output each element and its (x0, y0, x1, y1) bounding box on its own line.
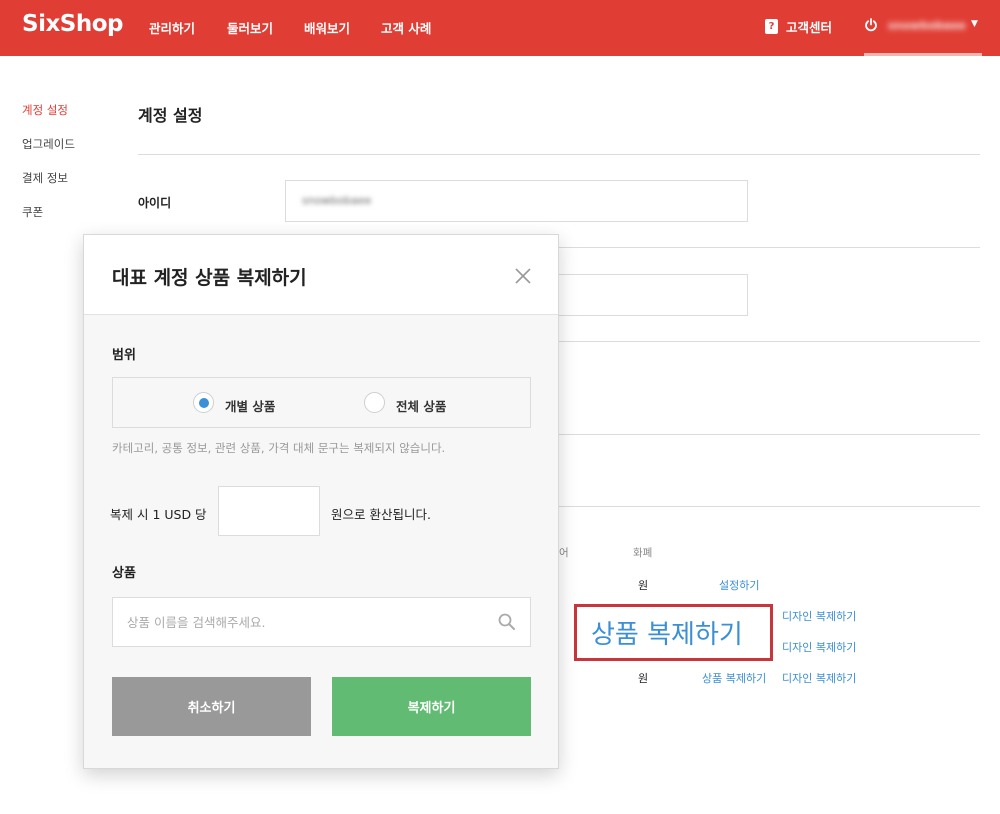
divider (138, 154, 980, 155)
product-search (112, 597, 531, 647)
settings-link[interactable]: 설정하기 (719, 577, 759, 593)
scope-note: 카테고리, 공통 정보, 관련 상품, 가격 대체 문구는 복제되지 않습니다. (112, 441, 446, 455)
copy-design-link[interactable]: 디자인 복제하기 (782, 670, 856, 686)
help-center-link[interactable]: ? 고객센터 (765, 17, 832, 36)
sidebar-item-payment[interactable]: 결제 정보 (22, 170, 68, 186)
page-title: 계정 설정 (138, 106, 203, 125)
column-header-language: 어 (559, 547, 569, 559)
rate-prefix: 복제 시 1 USD 당 (110, 507, 207, 522)
currency-value: 원 (638, 672, 649, 685)
sidebar-item-account-settings[interactable]: 계정 설정 (22, 102, 68, 118)
radio-all-label[interactable]: 전체 상품 (396, 396, 446, 415)
close-icon[interactable] (513, 266, 533, 286)
sidebar-item-upgrade[interactable]: 업그레이드 (22, 136, 75, 152)
copy-button[interactable]: 복제하기 (332, 677, 531, 736)
column-header-currency: 화폐 (633, 547, 653, 559)
copy-products-modal: 대표 계정 상품 복제하기 범위 개별 상품 전체 상품 카테고리, 공통 정보… (83, 234, 559, 769)
product-label: 상품 (112, 566, 136, 581)
chevron-down-icon: ▼ (971, 19, 978, 29)
modal-header: 대표 계정 상품 복제하기 (84, 235, 558, 315)
radio-individual-products[interactable] (193, 392, 214, 413)
help-center-label: 고객센터 (786, 20, 833, 35)
currency-value: 원 (638, 579, 649, 592)
power-icon (865, 18, 877, 32)
nav-cases[interactable]: 고객 사례 (381, 18, 431, 37)
user-menu-underline (864, 53, 982, 56)
cancel-button[interactable]: 취소하기 (112, 677, 311, 736)
search-icon[interactable] (497, 612, 517, 632)
modal-title: 대표 계정 상품 복제하기 (112, 267, 307, 289)
username: snowbobaee (888, 19, 966, 32)
top-nav-bar: SixShop 관리하기 둘러보기 배워보기 고객 사례 ? 고객센터 snow… (0, 0, 1000, 56)
radio-individual-label[interactable]: 개별 상품 (225, 396, 275, 415)
scope-label: 범위 (112, 348, 136, 363)
sixshop-logo[interactable]: SixShop (22, 11, 124, 37)
scope-radio-group: 개별 상품 전체 상품 (112, 377, 531, 428)
copy-product-link[interactable]: 상품 복제하기 (702, 670, 766, 686)
nav-browse[interactable]: 둘러보기 (227, 18, 273, 37)
radio-all-products[interactable] (364, 392, 385, 413)
exchange-rate-input[interactable] (218, 486, 320, 536)
nav-learn[interactable]: 배워보기 (304, 18, 350, 37)
copy-design-link[interactable]: 디자인 복제하기 (782, 608, 856, 624)
help-icon: ? (765, 19, 778, 34)
user-menu[interactable]: snowbobaee ▼ (864, 14, 982, 56)
id-label: 아이디 (138, 196, 172, 210)
id-field[interactable]: snowbobaee (285, 180, 748, 222)
rate-suffix: 원으로 환산됩니다. (331, 507, 431, 522)
copy-design-link[interactable]: 디자인 복제하기 (782, 639, 856, 655)
id-value: snowbobaee (302, 194, 372, 207)
nav-manage[interactable]: 관리하기 (149, 18, 195, 37)
product-search-input[interactable] (127, 612, 487, 632)
copy-product-link-callout[interactable]: 상품 복제하기 (591, 614, 743, 651)
sidebar-item-coupon[interactable]: 쿠폰 (22, 204, 43, 220)
